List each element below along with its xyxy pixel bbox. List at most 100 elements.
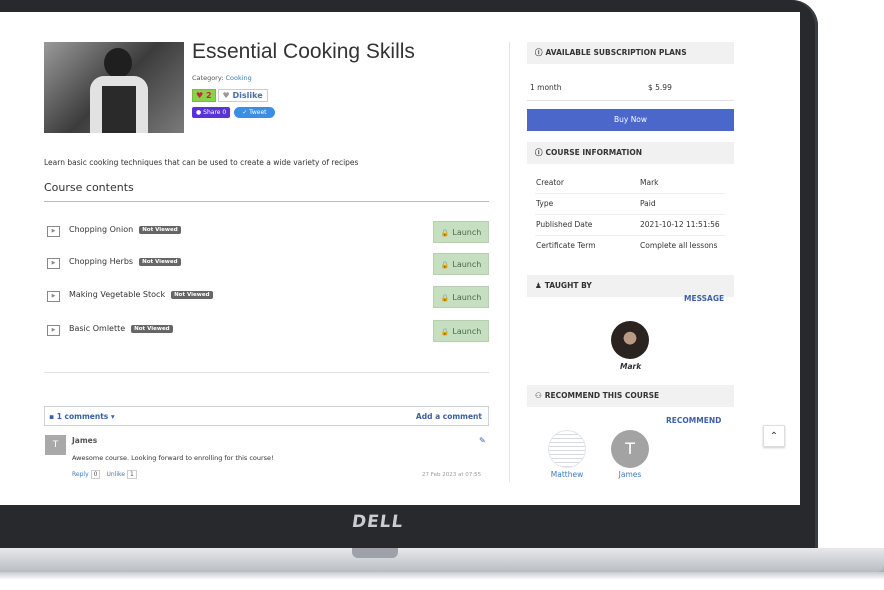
status-badge: Not Viewed: [131, 325, 173, 333]
chef-figure: [104, 48, 132, 78]
message-link[interactable]: MESSAGE: [684, 294, 724, 303]
lesson-title: Basic Omlette: [69, 324, 126, 333]
facebook-icon: ●: [196, 109, 202, 116]
info-row: Certificate Term Complete all lessons: [535, 236, 725, 256]
lesson-name[interactable]: Chopping Herbs Not Viewed: [69, 257, 181, 266]
launch-button[interactable]: 🔒 Launch: [433, 253, 489, 275]
comment-author: James: [72, 436, 98, 445]
share-label: Share 0: [203, 109, 227, 116]
twitter-icon: ✓: [242, 109, 248, 116]
launch-label: Launch: [452, 293, 482, 302]
caret-down-icon: ▾: [110, 412, 115, 421]
course-image: [44, 42, 184, 133]
scroll-to-top-button[interactable]: ⌃: [763, 425, 785, 447]
divider: [44, 201, 489, 202]
unlike-link[interactable]: Unlike: [106, 471, 124, 478]
tweet-label: Tweet: [249, 109, 267, 116]
unlike-count: 1: [126, 470, 137, 479]
launch-button[interactable]: 🔒 Launch: [433, 320, 489, 342]
status-badge: Not Viewed: [139, 226, 181, 234]
add-comment-link[interactable]: Add a comment: [416, 412, 482, 421]
comment-icon: ▪: [49, 412, 55, 421]
video-icon: ▶: [47, 226, 60, 237]
user-icon: ♟: [535, 281, 542, 290]
category-link[interactable]: Cooking: [226, 74, 252, 82]
video-icon: ▶: [47, 325, 60, 336]
reply-count: 0: [90, 470, 101, 479]
info-icon: ⓘ: [535, 48, 543, 57]
lesson-row: ▶ Basic Omlette Not Viewed 🔒 Launch: [44, 320, 489, 342]
status-badge: Not Viewed: [139, 258, 181, 266]
comments-toggle[interactable]: ▪ 1 comments ▾: [49, 412, 115, 421]
info-key: Type: [536, 199, 554, 208]
teacher-name[interactable]: Mark: [620, 362, 641, 371]
like-button[interactable]: ♥ 2: [192, 89, 216, 102]
chevron-up-icon: ⌃: [769, 431, 779, 442]
comment-text: Awesome course. Looking forward to enrol…: [72, 454, 274, 462]
recommended-user[interactable]: T James: [605, 430, 655, 479]
user-name: Matthew: [550, 470, 584, 479]
heading-text: AVAILABLE SUBSCRIPTION PLANS: [545, 48, 687, 57]
recommended-user[interactable]: Matthew: [542, 430, 592, 479]
edit-icon[interactable]: ✎: [479, 436, 486, 445]
lesson-name[interactable]: Basic Omlette Not Viewed: [69, 324, 173, 333]
laptop-opening-lip: [352, 548, 398, 558]
heading-text: COURSE INFORMATION: [545, 148, 642, 157]
plan-price: $ 5.99: [648, 83, 672, 92]
recommend-link[interactable]: RECOMMEND: [666, 416, 721, 425]
info-value: Mark: [640, 178, 659, 187]
lesson-name[interactable]: Chopping Onion Not Viewed: [69, 225, 181, 234]
lesson-title: Chopping Herbs: [69, 257, 134, 266]
recommend-course-heading: ⚇ RECOMMEND THIS COURSE: [527, 385, 734, 407]
user-name: James: [618, 470, 642, 479]
user-avatar: T: [611, 430, 649, 468]
lock-icon: 🔒: [440, 328, 450, 336]
facebook-share-button[interactable]: ● Share 0: [192, 107, 231, 118]
comments-bar: ▪ 1 comments ▾ Add a comment: [44, 406, 489, 426]
like-count: 2: [205, 91, 212, 100]
comment-actions: Reply 0 Unlike 1: [72, 470, 143, 479]
heart-icon: ♥: [196, 91, 204, 100]
info-key: Creator: [536, 178, 564, 187]
dislike-button[interactable]: ♥ Dislike: [217, 89, 268, 102]
tweet-button[interactable]: ✓ Tweet: [234, 107, 275, 118]
chef-apron: [102, 86, 136, 133]
info-value: Complete all lessons: [640, 241, 718, 250]
teacher-avatar[interactable]: [611, 321, 649, 359]
video-icon: ▶: [47, 258, 60, 269]
launch-label: Launch: [452, 228, 482, 237]
reply-link[interactable]: Reply: [72, 471, 89, 478]
status-badge: Not Viewed: [171, 291, 213, 299]
subscription-plans-heading: ⓘ AVAILABLE SUBSCRIPTION PLANS: [527, 42, 734, 64]
info-key: Published Date: [536, 220, 593, 229]
plan-row[interactable]: 1 month $ 5.99: [527, 80, 734, 101]
launch-button[interactable]: 🔒 Launch: [433, 286, 489, 308]
lesson-name[interactable]: Making Vegetable Stock Not Viewed: [69, 290, 213, 299]
info-value: 2021-10-12 11:51:56: [640, 220, 720, 229]
dislike-label: Dislike: [232, 91, 263, 100]
lesson-row: ▶ Making Vegetable Stock Not Viewed 🔒 Laun…: [44, 286, 489, 308]
course-contents-heading: Course contents: [44, 181, 134, 194]
video-icon: ▶: [47, 291, 60, 302]
reaction-buttons: ♥ 2 ♥ Dislike: [192, 89, 268, 102]
social-share-row: ● Share 0 ✓ Tweet: [192, 107, 275, 118]
comment-date: 27 Feb 2023 at 07:55: [422, 472, 482, 478]
category-label: Category:: [192, 74, 224, 82]
lock-icon: 🔒: [440, 294, 450, 302]
broken-heart-icon: ♥: [222, 91, 230, 100]
laptop-screen: Essential Cooking Skills Category: Cooki…: [0, 12, 800, 505]
user-avatar: [548, 430, 586, 468]
lesson-title: Chopping Onion: [69, 225, 134, 234]
launch-label: Launch: [452, 327, 482, 336]
sidebar-divider: [509, 42, 510, 482]
heading-text: TAUGHT BY: [544, 281, 592, 290]
course-information-heading: ⓘ COURSE INFORMATION: [527, 142, 734, 164]
lock-icon: 🔒: [440, 229, 450, 237]
info-row: Creator Mark: [535, 173, 725, 194]
dell-logo: DELL: [350, 512, 405, 532]
launch-button[interactable]: 🔒 Launch: [433, 221, 489, 243]
comment-avatar: T: [45, 435, 66, 455]
heading-text: RECOMMEND THIS COURSE: [544, 391, 660, 400]
divider: [44, 372, 489, 373]
buy-now-button[interactable]: Buy Now: [527, 109, 734, 131]
